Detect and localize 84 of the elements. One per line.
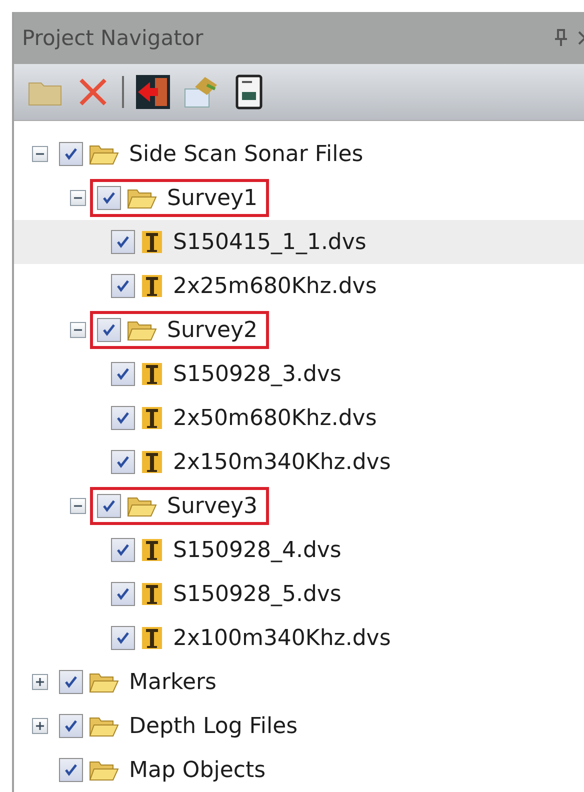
tree-row[interactable]: 2x25m680Khz.dvs — [14, 264, 584, 308]
collapse-icon[interactable] — [70, 322, 86, 338]
tree-row[interactable]: Survey1 — [14, 176, 584, 220]
tree-label: 2x25m680Khz.dvs — [173, 274, 377, 298]
sonar-file-icon — [141, 230, 163, 254]
checkmark-icon — [101, 322, 117, 338]
checkmark-icon — [115, 542, 131, 558]
checkbox[interactable] — [97, 186, 121, 210]
tree-label: 2x50m680Khz.dvs — [173, 406, 377, 430]
folder-icon — [127, 319, 157, 341]
checkbox[interactable] — [111, 230, 135, 254]
tree-label: Depth Log Files — [129, 714, 298, 738]
checkbox[interactable] — [111, 406, 135, 430]
checkmark-icon — [115, 278, 131, 294]
folder-icon — [89, 715, 119, 737]
checkmark-icon — [115, 410, 131, 426]
expand-icon[interactable] — [32, 718, 48, 734]
checkbox[interactable] — [59, 142, 83, 166]
tree-label: 2x150m340Khz.dvs — [173, 450, 391, 474]
checkmark-icon — [63, 718, 79, 734]
panel-title: Project Navigator — [22, 26, 204, 50]
checkbox[interactable] — [111, 450, 135, 474]
tree-row[interactable]: S150415_1_1.dvs — [14, 220, 584, 264]
tree-row[interactable]: S150928_3.dvs — [14, 352, 584, 396]
checkmark-icon — [115, 454, 131, 470]
sonar-file-icon — [141, 362, 163, 386]
collapse-icon[interactable] — [70, 498, 86, 514]
tree-row[interactable]: Survey2 — [14, 308, 584, 352]
tree-row[interactable]: 2x50m680Khz.dvs — [14, 396, 584, 440]
tree-row[interactable]: S150928_5.dvs — [14, 572, 584, 616]
sonar-file-icon — [141, 538, 163, 562]
tree-label: Map Objects — [129, 758, 266, 782]
tree-label: S150928_5.dvs — [173, 582, 342, 606]
checkbox[interactable] — [111, 362, 135, 386]
checkbox[interactable] — [59, 714, 83, 738]
sonar-file-icon — [141, 626, 163, 650]
tree-label: 2x100m340Khz.dvs — [173, 626, 391, 650]
sonar-file-icon — [141, 406, 163, 430]
checkbox[interactable] — [111, 538, 135, 562]
sonar-file-icon — [141, 450, 163, 474]
checkmark-icon — [63, 146, 79, 162]
sonar-file-icon — [141, 582, 163, 606]
pin-icon[interactable] — [554, 29, 568, 48]
checkbox[interactable] — [59, 758, 83, 782]
tree-row[interactable]: Markers — [14, 660, 584, 704]
collapse-icon[interactable] — [70, 190, 86, 206]
tree-row[interactable]: Side Scan Sonar Files — [14, 132, 584, 176]
tree-row[interactable]: 2x100m340Khz.dvs — [14, 616, 584, 660]
checkmark-icon — [101, 190, 117, 206]
tree-row[interactable]: Map Objects — [14, 748, 584, 792]
tree-label: Markers — [129, 670, 217, 694]
tree-row[interactable]: Depth Log Files — [14, 704, 584, 748]
tree-label: Survey3 — [167, 494, 258, 518]
tree-row[interactable]: S150928_4.dvs — [14, 528, 584, 572]
tree-label: S150928_4.dvs — [173, 538, 342, 562]
tree-label: Survey1 — [167, 186, 258, 210]
checkbox[interactable] — [111, 582, 135, 606]
checkbox[interactable] — [59, 670, 83, 694]
expand-icon[interactable] — [32, 674, 48, 690]
checkmark-icon — [115, 586, 131, 602]
import-button[interactable] — [134, 73, 172, 112]
checkmark-icon — [115, 630, 131, 646]
folder-icon — [127, 187, 157, 209]
sonar-file-icon — [141, 274, 163, 298]
tree-label: S150415_1_1.dvs — [173, 230, 366, 254]
checkmark-icon — [115, 366, 131, 382]
tree-label: S150928_3.dvs — [173, 362, 342, 386]
checkmark-icon — [101, 498, 117, 514]
folder-icon — [127, 495, 157, 517]
tree-label: Side Scan Sonar Files — [129, 142, 364, 166]
checkmark-icon — [63, 762, 79, 778]
tree-row[interactable]: 2x150m340Khz.dvs — [14, 440, 584, 484]
folder-icon — [89, 671, 119, 693]
folder-icon — [89, 759, 119, 781]
collapse-icon[interactable] — [32, 146, 48, 162]
checkbox[interactable] — [111, 274, 135, 298]
checkmark-icon — [63, 674, 79, 690]
folder-icon — [89, 143, 119, 165]
checkbox[interactable] — [97, 494, 121, 518]
checkmark-icon — [115, 234, 131, 250]
tree-label: Survey2 — [167, 318, 258, 342]
checkbox[interactable] — [111, 626, 135, 650]
tree-row[interactable]: Survey3 — [14, 484, 584, 528]
checkbox[interactable] — [97, 318, 121, 342]
